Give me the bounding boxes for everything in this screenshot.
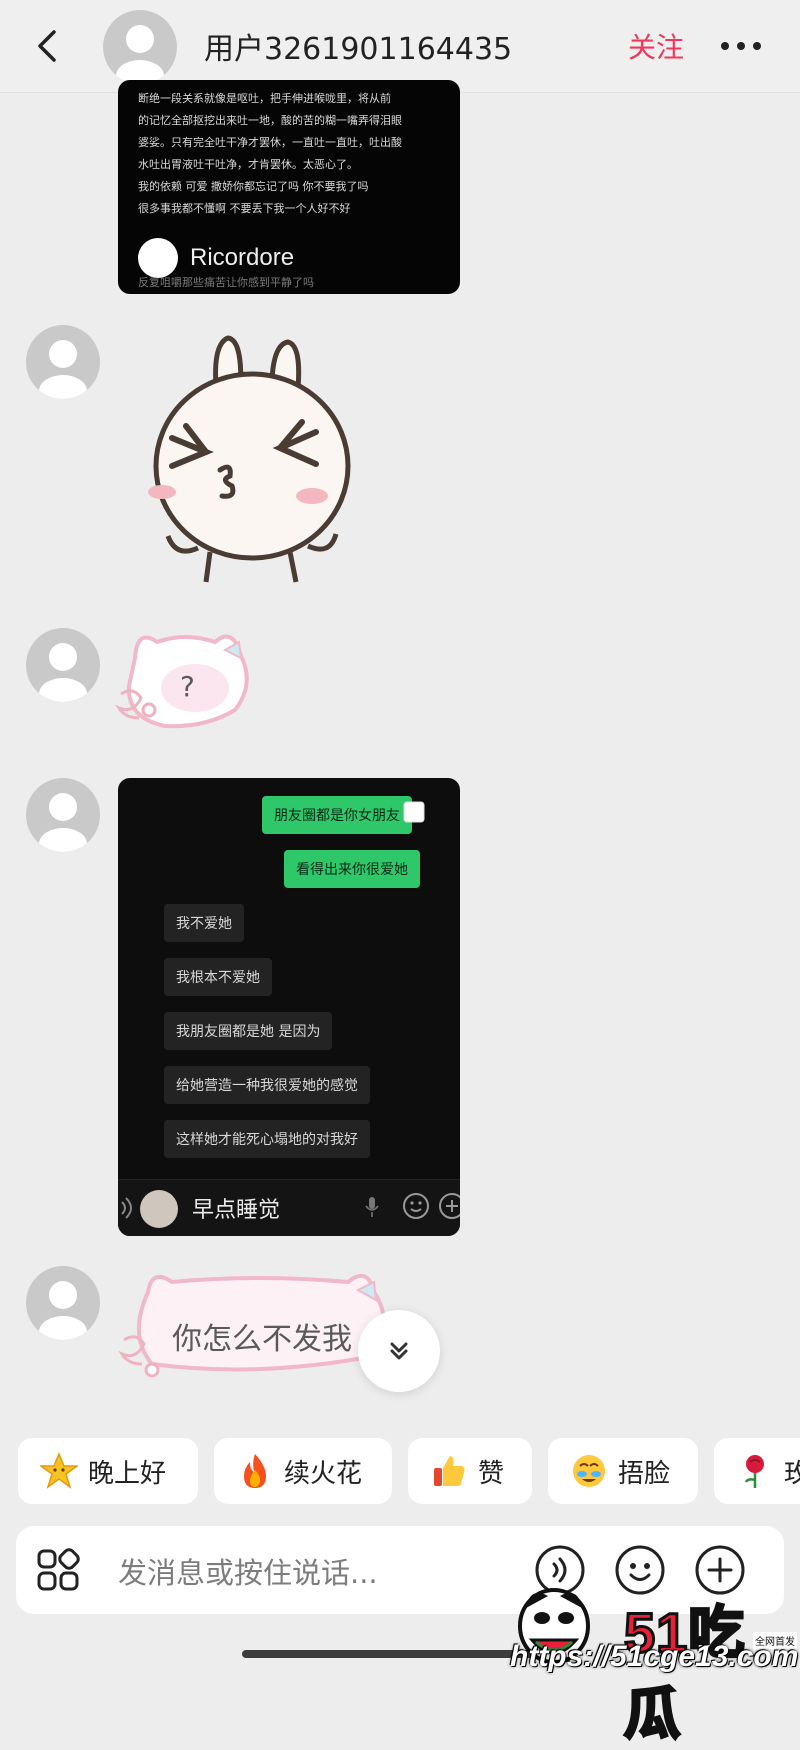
quick-reply-chip[interactable]: 晚上好: [18, 1438, 198, 1504]
voice-wave-icon: [121, 1197, 132, 1219]
quick-reply-chip[interactable]: 捂脸: [548, 1438, 698, 1504]
sender-avatar[interactable]: [26, 325, 100, 399]
checkbox-icon: [403, 801, 425, 823]
chat-header: 用户3261901164435 关注: [0, 0, 800, 92]
received-bubble: 给她营造一种我很爱她的感觉: [164, 1066, 370, 1104]
chevron-double-down-icon: [390, 1342, 408, 1360]
chip-label: 赞: [478, 1458, 505, 1489]
sent-bubble: 看得出来你很爱她: [284, 850, 420, 888]
note-line: 婆娑。只有完全吐干净才罢休，一直吐一直吐，吐出酸: [138, 136, 402, 149]
back-arrow-icon[interactable]: [28, 22, 68, 70]
rabbit-sticker[interactable]: [140, 330, 370, 590]
sticker-text: ?: [180, 670, 195, 703]
watermark-url: https://51cge13.com: [510, 1640, 799, 1673]
composer-name: 早点睡觉: [192, 1198, 281, 1223]
emoji-icon: [403, 1193, 429, 1219]
note-line: 断绝一段关系就像是呕吐，把手伸进喉咙里，将从前: [138, 92, 391, 105]
screenshot-composer: 早点睡觉: [118, 1179, 460, 1236]
plus-icon: [439, 1193, 460, 1219]
chip-label: 捂脸: [618, 1458, 671, 1489]
received-bubble: 我根本不爱她: [164, 958, 272, 996]
scroll-to-bottom-button[interactable]: [358, 1310, 440, 1392]
chip-label: 续火花: [284, 1458, 363, 1489]
image-message-note[interactable]: 断绝一段关系就像是呕吐，把手伸进喉咙里，将从前 的记忆全部抠挖出来吐一地，酸的苦…: [118, 80, 460, 294]
watermark-name: Ricordore: [190, 244, 295, 271]
apps-grid-icon[interactable]: [36, 1548, 80, 1592]
quick-reply-chip[interactable]: 续火花: [214, 1438, 392, 1504]
watermark-avatar: [138, 238, 178, 278]
quick-reply-chip[interactable]: 赞: [408, 1438, 532, 1504]
rose-icon: [744, 1455, 764, 1488]
received-bubble: 这样她才能死心塌地的对我好: [164, 1120, 370, 1158]
sent-bubble: 朋友圈都是你女朋友: [262, 796, 412, 834]
note-line: 水吐出胃液吐干吐净，才肯罢休。太恶心了。: [138, 158, 358, 171]
follow-button[interactable]: 关注: [628, 26, 684, 66]
image-message-chat-screenshot[interactable]: 朋友圈都是你女朋友 看得出来你很爱她 我不爱她 我根本不爱她 我朋友圈都是她 是…: [118, 778, 460, 1236]
sender-avatar[interactable]: [26, 1266, 100, 1340]
quick-reply-chip[interactable]: 玫: [714, 1438, 800, 1504]
contact-name[interactable]: 用户3261901164435: [204, 24, 512, 68]
note-watermark: Ricordore: [138, 238, 294, 278]
quick-reply-bar: 晚上好 续火花 赞 捂脸 玫: [18, 1438, 800, 1504]
fire-icon: [244, 1454, 266, 1488]
facepalm-icon: [573, 1455, 605, 1487]
more-options-icon[interactable]: [716, 28, 766, 64]
message-input[interactable]: 发消息或按住说话...: [118, 1550, 378, 1592]
received-bubble: 我不爱她: [164, 904, 244, 942]
star-face-icon: [40, 1452, 78, 1489]
thumbs-up-icon: [434, 1456, 465, 1486]
microphone-icon: [365, 1197, 379, 1217]
note-line: 我的依赖 可爱 撒娇你都忘记了吗 你不要我了吗: [138, 180, 369, 193]
chip-label: 玫: [784, 1458, 800, 1489]
sender-avatar[interactable]: [26, 628, 100, 702]
sticker-text: 你怎么不发我: [172, 1322, 352, 1357]
composer-avatar: [140, 1190, 178, 1228]
note-text: 断绝一段关系就像是呕吐，把手伸进喉咙里，将从前 的记忆全部抠挖出来吐一地，酸的苦…: [138, 88, 448, 220]
sender-avatar[interactable]: [26, 778, 100, 852]
note-line: 很多事我都不懂啊 不要丢下我一个人好不好: [138, 202, 351, 215]
contact-avatar[interactable]: [103, 10, 177, 84]
received-bubble: 我朋友圈都是她 是因为: [164, 1012, 333, 1050]
chip-label: 晚上好: [88, 1458, 167, 1489]
note-faded-line: 反复咀嚼那些痛苦让你感到平静了吗: [138, 276, 314, 289]
note-line: 的记忆全部抠挖出来吐一地，酸的苦的糊一嘴弄得泪眼: [138, 114, 402, 127]
